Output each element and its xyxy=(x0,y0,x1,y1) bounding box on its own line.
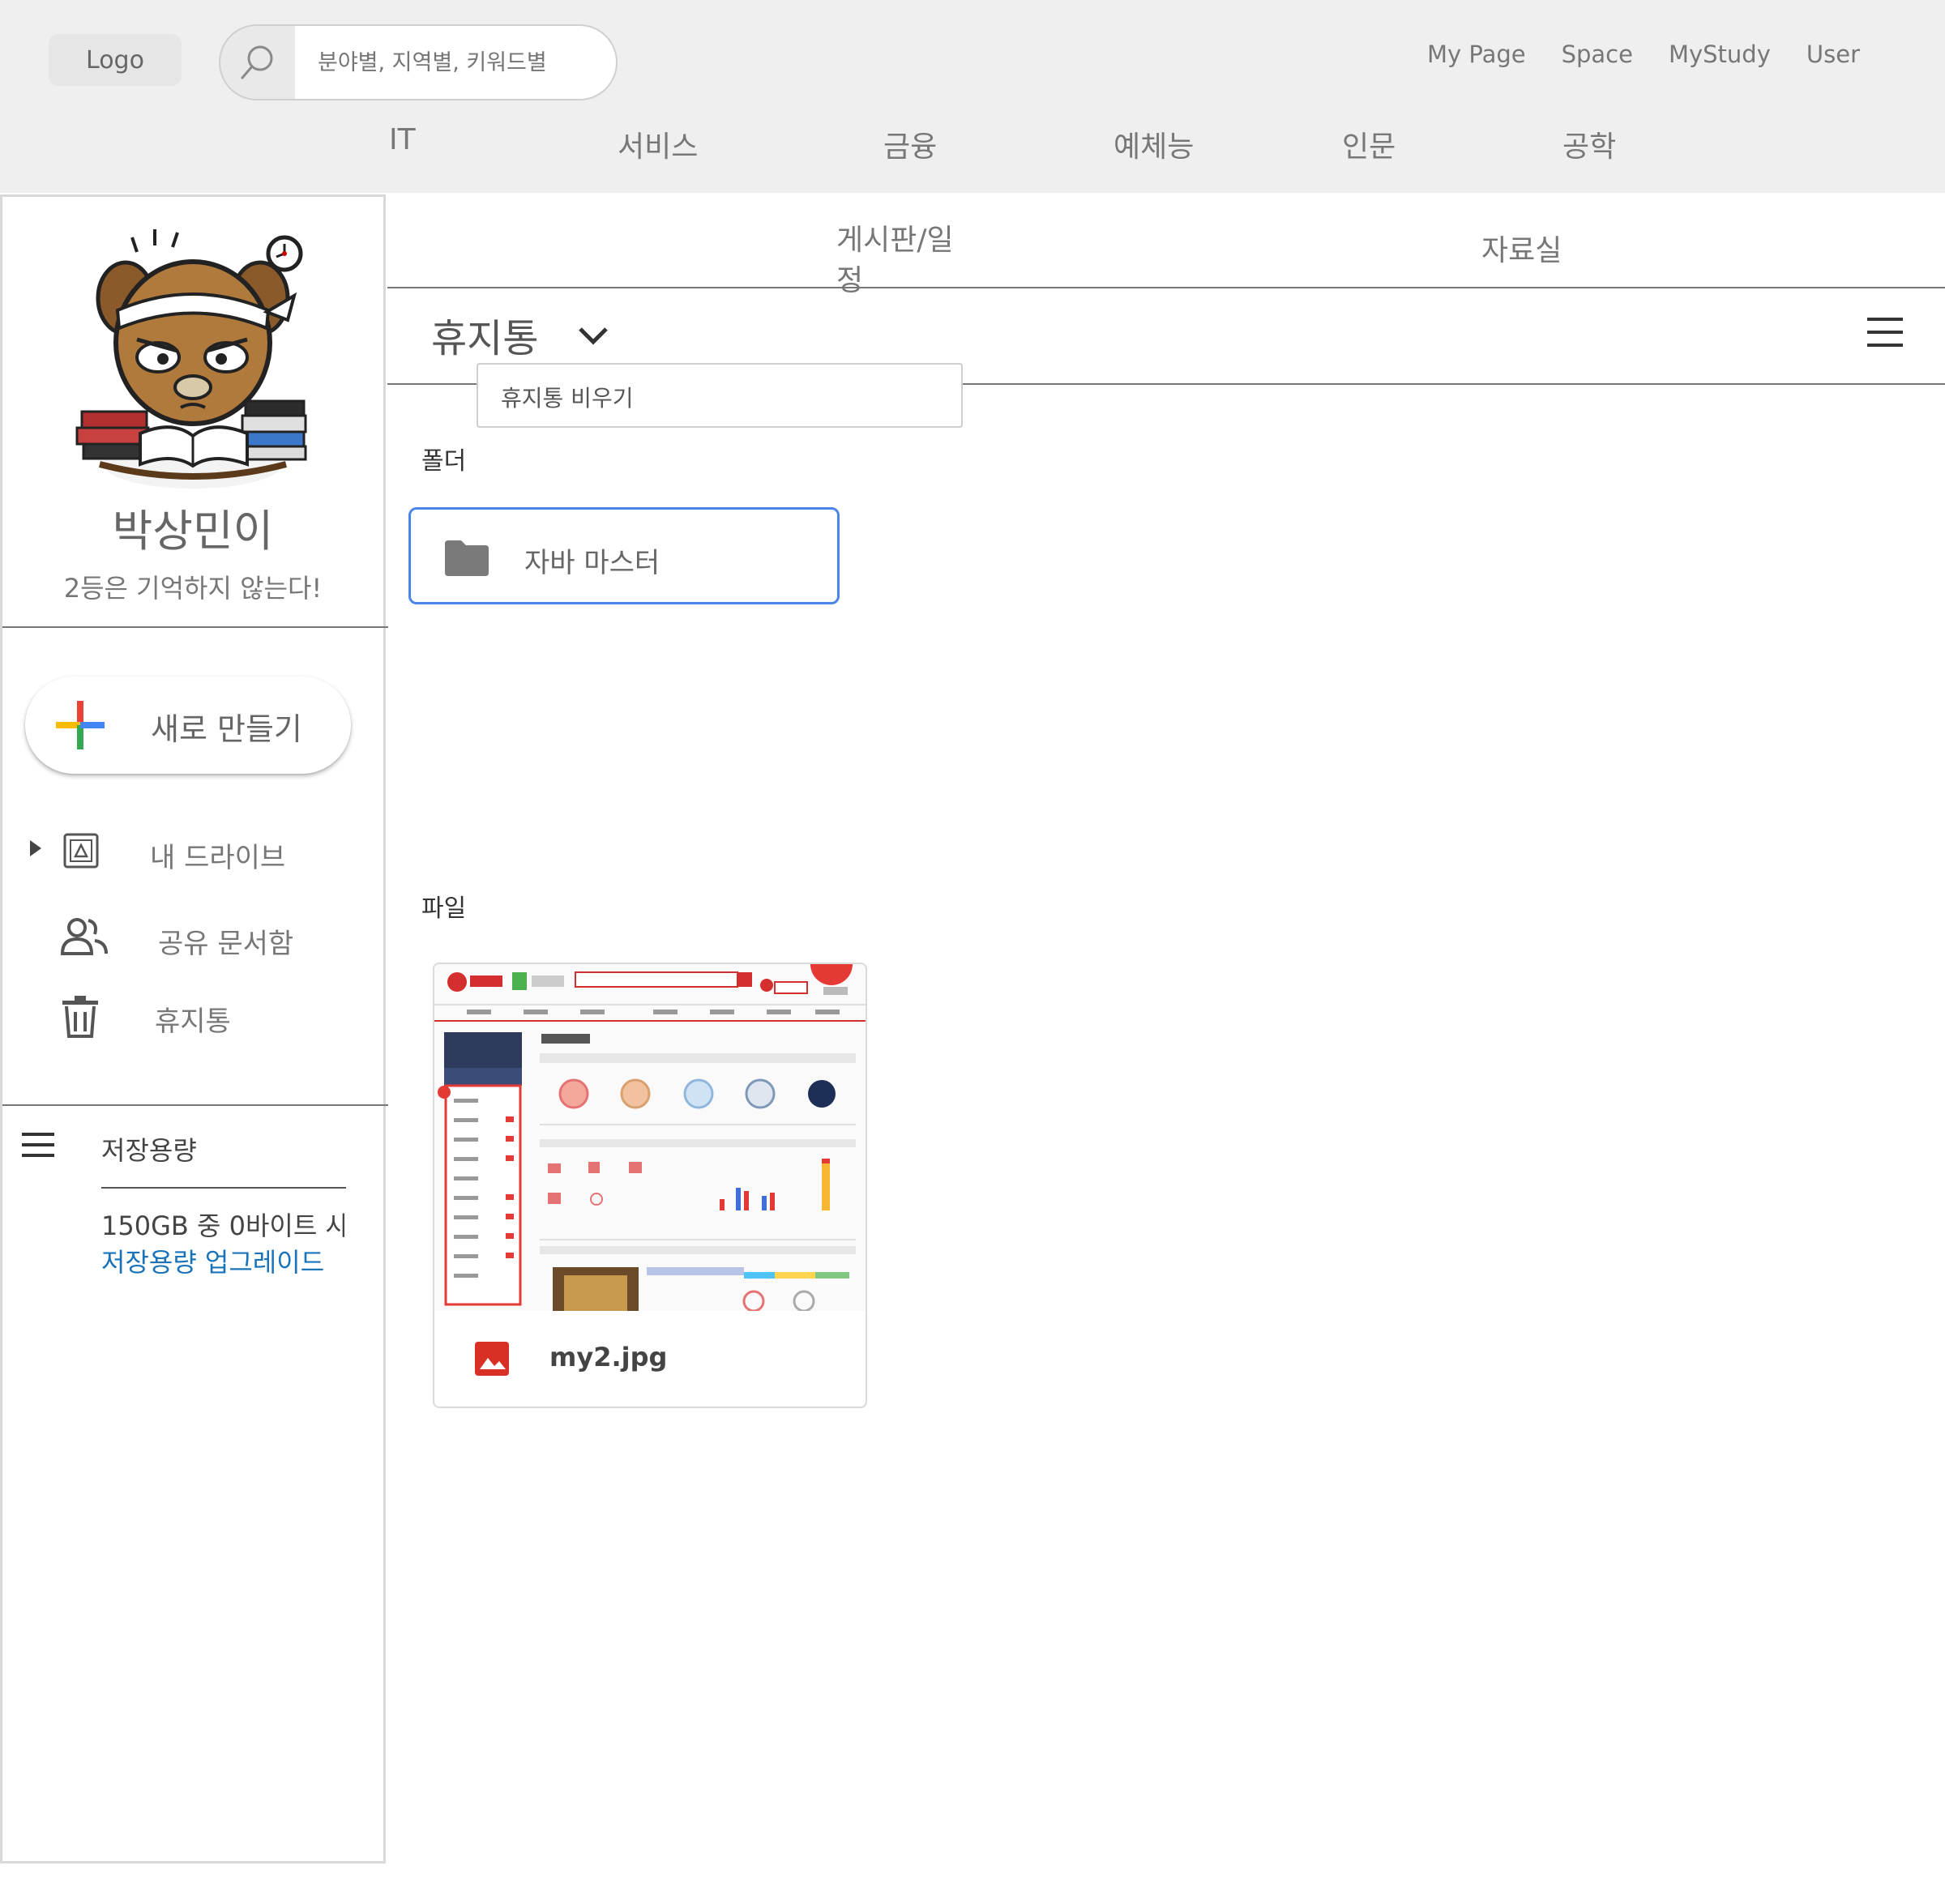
folder-card[interactable]: 자바 마스터 xyxy=(408,507,840,604)
avatar xyxy=(67,221,318,489)
storage-progress-bar xyxy=(101,1187,346,1189)
menu-icon[interactable] xyxy=(1867,318,1903,347)
file-card[interactable]: my2.jpg xyxy=(433,963,867,1408)
link-user[interactable]: User xyxy=(1806,41,1860,68)
storage-usage: 150GB 중 0바이트 사 xyxy=(101,1210,344,1241)
folder-icon xyxy=(445,540,489,576)
logo[interactable]: Logo xyxy=(49,34,182,86)
image-icon xyxy=(475,1342,509,1376)
files-section-label: 파일 xyxy=(421,894,467,923)
page-title: 휴지통 xyxy=(431,316,539,361)
divider xyxy=(2,626,388,628)
tab-divider xyxy=(387,287,1945,288)
search-icon[interactable] xyxy=(220,26,295,99)
link-space[interactable]: Space xyxy=(1562,41,1633,68)
category-service[interactable]: 서비스 xyxy=(618,123,698,165)
new-button-label: 새로 만들기 xyxy=(151,711,302,747)
expand-arrow-icon[interactable] xyxy=(30,840,41,856)
empty-trash-item[interactable]: 휴지통 비우기 xyxy=(501,381,633,413)
link-mystudy[interactable]: MyStudy xyxy=(1669,41,1771,68)
folder-name: 자바 마스터 xyxy=(524,547,660,579)
sidebar-item-label: 공유 문서함 xyxy=(158,928,294,960)
top-links: My Page Space MyStudy User xyxy=(1427,41,1860,68)
profile-name: 박상민이 xyxy=(112,506,274,557)
file-name: my2.jpg xyxy=(549,1342,668,1373)
tab-board-schedule[interactable]: 게시판/일정 xyxy=(836,220,966,301)
category-arts[interactable]: 예체능 xyxy=(1114,123,1194,165)
storage-title: 저장용량 xyxy=(101,1135,197,1166)
file-thumbnail xyxy=(434,964,866,1311)
category-finance[interactable]: 금융 xyxy=(883,123,937,165)
chevron-down-icon[interactable] xyxy=(577,324,609,348)
category-humanities[interactable]: 인문 xyxy=(1342,123,1396,165)
sidebar-item-label: 내 드라이브 xyxy=(150,842,286,874)
sidebar-item-my-drive[interactable]: 내 드라이브 xyxy=(2,821,383,886)
category-engineering[interactable]: 공학 xyxy=(1562,123,1616,165)
tab-archive[interactable]: 자료실 xyxy=(1481,227,1562,269)
sidebar-item-label: 휴지통 xyxy=(155,1005,231,1038)
folders-section-label: 폴더 xyxy=(421,447,467,476)
sidebar-item-shared[interactable]: 공유 문서함 xyxy=(2,907,383,971)
menu-icon[interactable] xyxy=(22,1133,54,1157)
category-it[interactable]: IT xyxy=(389,123,416,156)
top-header: Logo My Page Space MyStudy User IT 서비스 금… xyxy=(0,0,1945,193)
link-my-page[interactable]: My Page xyxy=(1427,41,1526,68)
sidebar: 박상민이 2등은 기억하지 않는다! 새로 만들기 내 드라이브 공유 문서함 … xyxy=(0,194,388,1863)
new-button[interactable]: 새로 만들기 xyxy=(25,677,351,774)
divider xyxy=(2,1104,388,1106)
trash-icon xyxy=(62,996,98,1038)
search-input[interactable] xyxy=(295,26,616,99)
trash-dropdown-menu: 휴지통 비우기 xyxy=(477,363,963,428)
search-bar[interactable] xyxy=(219,24,618,100)
storage-upgrade-link[interactable]: 저장용량 업그레이드 xyxy=(101,1242,324,1279)
drive-icon xyxy=(63,833,99,869)
profile-motto: 2등은 기억하지 않는다! xyxy=(63,573,323,604)
sidebar-item-trash[interactable]: 휴지통 xyxy=(2,986,383,1051)
plus-icon xyxy=(56,701,105,749)
people-icon xyxy=(60,918,108,955)
